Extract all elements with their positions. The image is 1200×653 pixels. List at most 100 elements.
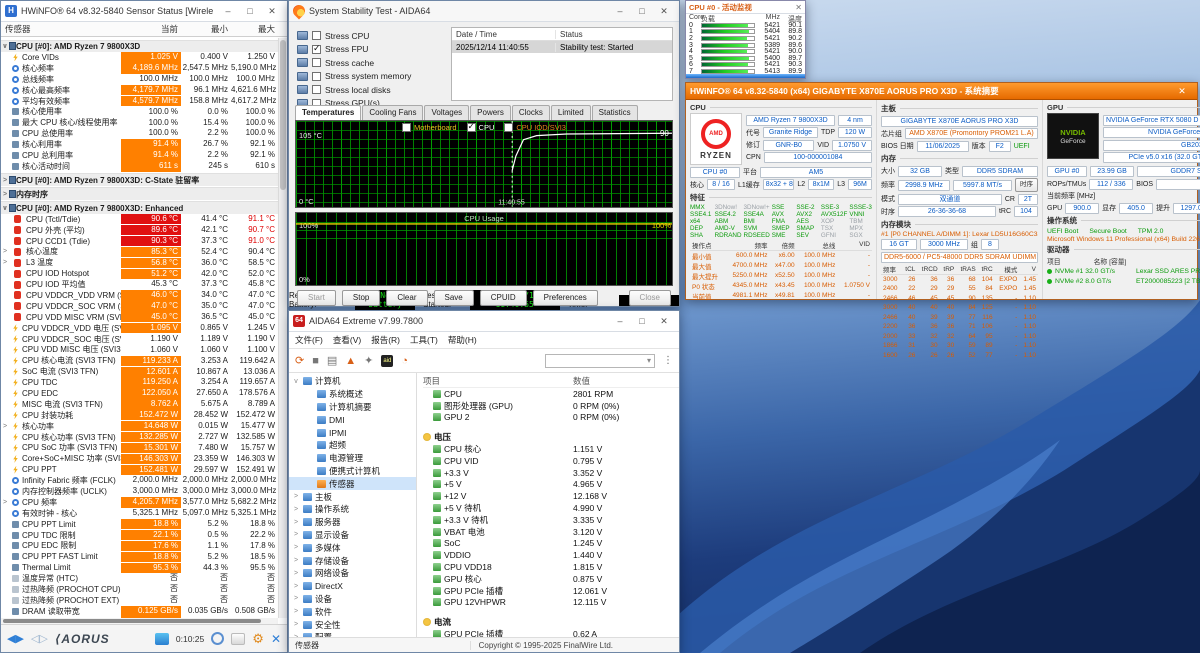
stress-item[interactable]: Stress cache <box>297 56 447 70</box>
panel-row[interactable]: CPU VDD181.815 V <box>423 561 679 573</box>
sensor-row[interactable]: 核心利用率91.4 %26.7 %92.1 % <box>1 139 278 150</box>
legend-motherboard[interactable]: Motherboard <box>402 123 457 132</box>
maximize-icon[interactable]: □ <box>631 311 653 331</box>
sidebar-item[interactable]: >服务器 <box>289 516 416 529</box>
checkbox[interactable] <box>312 72 321 81</box>
sensor-row[interactable]: Infinity Fabric 频率 (FCLK)2,000.0 MHz2,00… <box>1 475 278 486</box>
sensor-row[interactable]: 有效时钟 - 核心5,325.1 MHz5,097.0 MHz5,325.1 M… <box>1 508 278 519</box>
sidebar-item[interactable]: 系统概述 <box>289 388 416 401</box>
minimize-icon[interactable]: – <box>217 1 239 21</box>
nav-collapse-icon[interactable]: ◁▷ <box>31 632 48 645</box>
stress-item[interactable]: Stress system memory <box>297 70 447 84</box>
expander-icon[interactable]: > <box>292 621 300 628</box>
expander-icon[interactable]: ∨ <box>1 204 9 212</box>
sidebar-item[interactable]: >网络设备 <box>289 567 416 580</box>
history-icon[interactable]: ◔ <box>401 355 408 367</box>
log-row[interactable]: 2025/12/14 11:40:55 Stability test: Star… <box>452 41 672 53</box>
summary-titlebar[interactable]: HWiNFO® 64 v8.32-5840 (x64) GIGABYTE X87… <box>686 83 1197 100</box>
panel-row[interactable]: CPU VID0.795 V <box>423 455 679 467</box>
panel-row[interactable]: +3.3 V 待机3.335 V <box>423 514 679 526</box>
network-monitors-icon[interactable] <box>155 633 169 645</box>
sidebar-item[interactable]: >软件 <box>289 605 416 618</box>
sensor-group-row[interactable]: >CPU [#0]: AMD Ryzen 7 9800X3D: C-State … <box>1 173 278 186</box>
expander-icon[interactable]: > <box>292 570 300 577</box>
save-button[interactable]: Save <box>434 290 474 306</box>
sensor-row[interactable]: CPU EDC122.050 A27.650 A178.576 A <box>1 388 278 399</box>
tab-cooling-fans[interactable]: Cooling Fans <box>362 105 423 120</box>
sensor-row[interactable]: CPU PPT FAST Limit18.8 %5.2 %18.5 % <box>1 551 278 562</box>
sensor-row[interactable]: CPU TDC119.250 A3.254 A119.657 A <box>1 377 278 388</box>
expander-icon[interactable]: > <box>1 248 9 255</box>
checkbox[interactable] <box>312 85 321 94</box>
drive-row[interactable]: NVMe #1 32.0 GT/sLexar SSD ARES PRO 4TB … <box>1047 266 1200 276</box>
stop-button[interactable]: Stop <box>342 290 380 306</box>
menu-t[interactable]: 工具(T) <box>410 334 438 346</box>
panel-row[interactable]: VBAT 电池3.120 V <box>423 526 679 538</box>
menu-h[interactable]: 帮助(H) <box>448 334 477 346</box>
expander-icon[interactable]: > <box>292 519 300 526</box>
expander-icon[interactable]: > <box>292 583 300 590</box>
expander-icon[interactable]: > <box>1 177 9 184</box>
tab-statistics[interactable]: Statistics <box>592 105 638 120</box>
minimize-icon[interactable]: – <box>609 1 631 21</box>
panel-row[interactable]: 图形处理器 (GPU)0 RPM (0%) <box>423 400 679 412</box>
expander-icon[interactable]: > <box>1 191 9 198</box>
sidebar-item[interactable]: 传感器 <box>289 477 416 490</box>
sensor-row[interactable]: CPU 外壳 (平均)89.6 °C42.1 °C90.7 °C <box>1 225 278 236</box>
exit-icon[interactable]: ✕ <box>271 632 281 646</box>
sensor-column-headers[interactable]: 传感器 当前 最小 最大 <box>1 22 287 37</box>
stability-log-table[interactable]: Date / Time Status 2025/12/14 11:40:55 S… <box>451 27 673 101</box>
expander-icon[interactable]: > <box>292 595 300 602</box>
sensor-row[interactable]: 过热降频 (PROCHOT EXT)否否否 <box>1 595 278 606</box>
checkbox[interactable] <box>312 31 321 40</box>
sensor-row[interactable]: 过热降频 (PROCHOT CPU)否否否 <box>1 584 278 595</box>
sensor-row[interactable]: 核心频率4,189.6 MHz2,547.5 MHz5,190.0 MHz <box>1 63 278 74</box>
clock-icon[interactable] <box>211 632 224 645</box>
checkbox[interactable] <box>402 123 411 132</box>
panel-row[interactable]: SoC1.245 V <box>423 538 679 550</box>
sensor-row[interactable]: CPU VDDCR_SOC VRM (SVI3 TFN)47.0 °C35.0 … <box>1 301 278 312</box>
sensor-row[interactable]: CPU VDDCR_SOC 电压 (SVI3 TFN)1.190 V1.189 … <box>1 334 278 345</box>
sensor-row[interactable]: CPU 核心功率 (SVI3 TFN)132.285 W2.727 W132.5… <box>1 432 278 443</box>
stability-titlebar[interactable]: System Stability Test - AIDA64 – □ ✕ <box>289 1 679 22</box>
tab-clocks[interactable]: Clocks <box>512 105 550 120</box>
sensor-row[interactable]: CPU CCD1 (Tdie)90.3 °C37.3 °C91.0 °C <box>1 236 278 247</box>
col-min[interactable]: 最小 <box>181 23 231 35</box>
panel-row[interactable]: CPU2801 RPM <box>423 388 679 400</box>
maximize-icon[interactable]: □ <box>239 1 261 21</box>
gpu-select-box[interactable]: GPU #0 <box>1047 166 1087 177</box>
menu-r[interactable]: 报告(R) <box>371 334 400 346</box>
expander-icon[interactable]: > <box>1 423 9 430</box>
sensor-row[interactable]: CPU TDC 限制22.1 %0.5 %22.2 % <box>1 530 278 541</box>
sidebar-item[interactable]: >DirectX <box>289 580 416 593</box>
menu-f[interactable]: 文件(F) <box>295 334 323 346</box>
checkbox[interactable] <box>504 123 513 132</box>
col-max[interactable]: 最大 <box>231 23 278 35</box>
sensor-row[interactable]: 核心最高频率4,179.7 MHz96.1 MHz4,621.6 MHz <box>1 85 278 96</box>
expander-icon[interactable]: > <box>292 557 300 564</box>
sidebar-item[interactable]: IPMI <box>289 426 416 439</box>
expander-icon[interactable]: > <box>292 531 300 538</box>
sidebar-item[interactable]: >操作系统 <box>289 503 416 516</box>
sensor-row[interactable]: 最大 CPU 核心/线程使用率100.0 %15.4 %100.0 % <box>1 117 278 128</box>
stress-item[interactable]: Stress local disks <box>297 83 447 97</box>
sensor-row[interactable]: CPU PPT152.481 W29.597 W152.491 W <box>1 464 278 475</box>
scroll-thumb[interactable] <box>280 40 286 190</box>
sensor-row[interactable]: 平均有效频率4,579.7 MHz158.8 MHz4,617.2 MHz <box>1 96 278 107</box>
sensor-row[interactable]: CPU 封装功耗152.472 W28.452 W152.472 W <box>1 410 278 421</box>
sensor-row[interactable]: 总线频率100.0 MHz100.0 MHz100.0 MHz <box>1 74 278 85</box>
sensor-row[interactable]: CPU (Tctl/Tdie)90.6 °C41.4 °C91.1 °C <box>1 214 278 225</box>
expander-icon[interactable]: > <box>292 544 300 551</box>
sensor-row[interactable]: CPU IOD Hotspot51.2 °C42.0 °C52.0 °C <box>1 268 278 279</box>
core-monitor-titlebar[interactable]: CPU #0 - 活动监视 ✕ <box>686 1 805 14</box>
expander-icon[interactable]: > <box>292 493 300 500</box>
sensor-row[interactable]: CPU 总利用率91.4 %2.2 %92.1 % <box>1 150 278 161</box>
sidebar-item[interactable]: v计算机 <box>289 375 416 388</box>
sensor-row[interactable]: CPU SoC 功率 (SVI3 TFN)15.301 W7.480 W15.7… <box>1 443 278 454</box>
panel-row[interactable]: +5 V4.965 V <box>423 479 679 491</box>
benchmark-icon[interactable]: ✦ <box>364 354 373 367</box>
sensor-row[interactable]: >核心功率14.648 W0.015 W15.477 W <box>1 421 278 432</box>
sensor-row[interactable]: CPU VDD MISC 电压 (SVI3 TFN)1.060 V1.060 V… <box>1 344 278 355</box>
sensor-row[interactable]: Thermal Limit95.3 %44.3 %95.5 % <box>1 562 278 573</box>
close-icon[interactable]: ✕ <box>795 3 802 12</box>
